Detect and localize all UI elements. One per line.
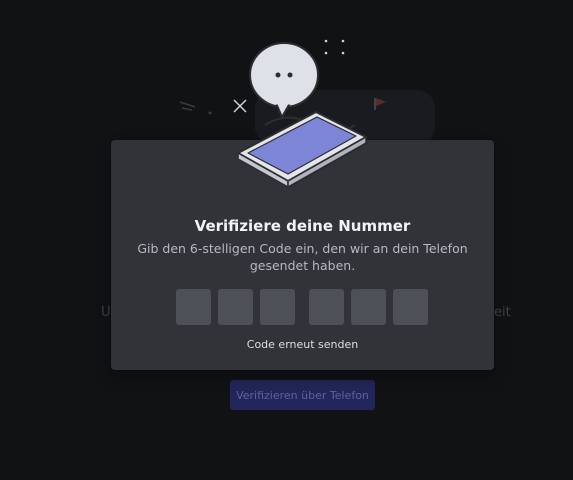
code-digit-input-4[interactable]: [309, 289, 344, 325]
code-digit-input-1[interactable]: [176, 289, 211, 325]
verify-via-phone-button[interactable]: Verifizieren über Telefon: [230, 380, 375, 410]
background-text-right: eit: [494, 305, 511, 320]
hero-illustration: [237, 39, 368, 188]
resend-code-link[interactable]: Code erneut senden: [111, 338, 494, 351]
modal-title: Verifiziere deine Nummer: [194, 217, 411, 235]
code-digit-input-3[interactable]: [260, 289, 295, 325]
background-text-left: U: [101, 305, 111, 320]
code-input-group: [176, 289, 429, 325]
code-digit-input-5[interactable]: [351, 289, 386, 325]
sparkle-icon: [324, 39, 345, 55]
speech-bubble-icon: [249, 42, 319, 118]
code-digit-input-6[interactable]: [393, 289, 428, 325]
modal-subtitle: Gib den 6-stelligen Code ein, den wir an…: [137, 241, 468, 273]
code-digit-input-2[interactable]: [218, 289, 253, 325]
phone-icon: [237, 111, 368, 188]
